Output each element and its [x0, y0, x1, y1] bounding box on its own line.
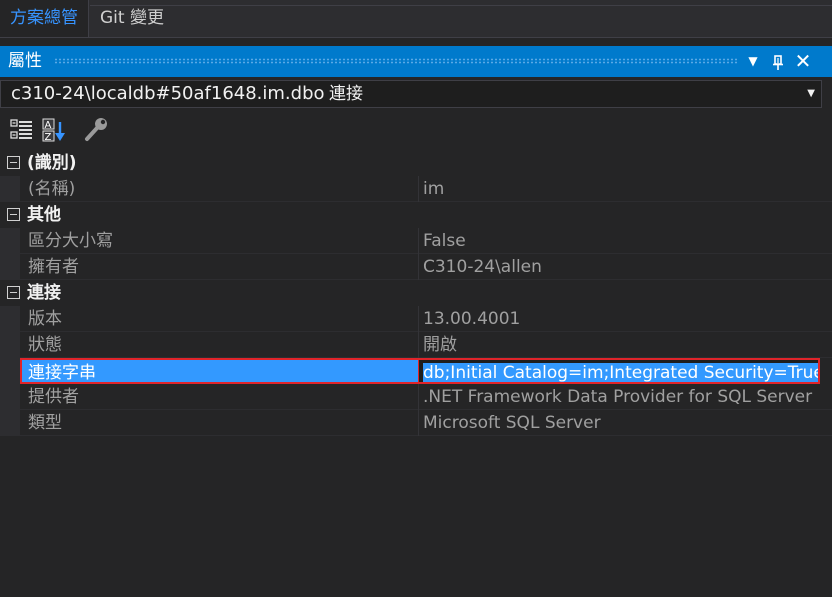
category-label: 連接 — [27, 283, 61, 303]
connection-string-field[interactable]: db;Initial Catalog=im;Integrated Securit… — [419, 358, 820, 384]
row-gutter — [0, 176, 20, 202]
tab-solution-explorer[interactable]: 方案總管 — [0, 0, 89, 37]
property-name: 狀態 — [20, 332, 418, 358]
category-label: (識別) — [27, 153, 77, 173]
drag-grip[interactable] — [54, 58, 738, 64]
pin-icon[interactable] — [766, 46, 790, 77]
property-grid: (識別) (名稱) im 其他 區分大小寫 False 擁有者 C310-24\… — [0, 150, 832, 436]
property-value[interactable]: 13.00.4001 — [419, 306, 832, 332]
property-name: 版本 — [20, 306, 418, 332]
row-gutter — [0, 228, 20, 254]
categorized-icon[interactable] — [8, 116, 36, 144]
chevron-down-icon[interactable]: ▼ — [807, 81, 815, 107]
property-value[interactable]: C310-24\allen — [419, 254, 832, 280]
tab-bar-divider — [0, 37, 832, 38]
category-misc[interactable]: 其他 — [0, 202, 832, 228]
row-gutter — [0, 410, 20, 436]
property-row[interactable]: 版本 13.00.4001 — [0, 306, 832, 332]
svg-text:Z: Z — [45, 132, 52, 143]
dropdown-arrow-icon[interactable]: ▼ — [741, 46, 765, 77]
row-gutter — [0, 306, 20, 332]
tab-git-changes[interactable]: Git 變更 — [90, 0, 174, 37]
collapse-icon[interactable] — [7, 208, 20, 221]
document-tab-bar: 方案總管 Git 變更 — [0, 0, 832, 38]
category-connection[interactable]: 連接 — [0, 280, 832, 306]
alphabetical-sort-icon[interactable]: A Z — [41, 116, 69, 144]
collapse-icon[interactable] — [7, 286, 20, 299]
property-name: 類型 — [20, 410, 418, 436]
property-value[interactable]: False — [419, 228, 832, 254]
property-row[interactable]: 提供者 .NET Framework Data Provider for SQL… — [0, 384, 832, 410]
property-name: (名稱) — [20, 176, 418, 202]
property-row[interactable]: 狀態 開啟 — [0, 332, 832, 358]
property-pages-wrench-icon[interactable] — [82, 116, 110, 144]
row-gutter — [0, 332, 20, 358]
row-gutter — [0, 358, 20, 384]
property-row[interactable]: 擁有者 C310-24\allen — [0, 254, 832, 280]
object-selector[interactable]: c310-24\localdb#50af1648.im.dbo 連接 ▼ — [0, 80, 822, 108]
property-value: db;Initial Catalog=im;Integrated Securit… — [423, 363, 818, 382]
panel-title: 屬性 — [8, 51, 42, 71]
selected-object-name: c310-24\localdb#50af1648.im.dbo — [11, 83, 325, 104]
property-name: 區分大小寫 — [20, 228, 418, 254]
property-value[interactable]: Microsoft SQL Server — [419, 410, 832, 436]
tab-divider — [90, 5, 832, 6]
property-name: 提供者 — [20, 384, 418, 410]
row-gutter — [0, 254, 20, 280]
properties-toolbar: A Z — [0, 112, 832, 148]
properties-title-bar: 屬性 ▼ ✕ — [0, 46, 832, 77]
property-name: 擁有者 — [20, 254, 418, 280]
close-icon[interactable]: ✕ — [791, 46, 815, 77]
property-row[interactable]: (名稱) im — [0, 176, 832, 202]
property-row[interactable]: 區分大小寫 False — [0, 228, 832, 254]
property-row-selected[interactable]: 連接字串 db;Initial Catalog=im;Integrated Se… — [0, 358, 832, 384]
property-value[interactable]: 開啟 — [419, 332, 832, 358]
selected-object-type: 連接 — [329, 84, 363, 104]
svg-text:A: A — [45, 120, 52, 131]
property-row[interactable]: 類型 Microsoft SQL Server — [0, 410, 832, 436]
collapse-icon[interactable] — [7, 156, 20, 169]
row-gutter — [0, 384, 20, 410]
category-identity[interactable]: (識別) — [0, 150, 832, 176]
property-name: 連接字串 — [20, 358, 418, 384]
category-label: 其他 — [27, 205, 61, 225]
property-value[interactable]: .NET Framework Data Provider for SQL Ser… — [419, 384, 832, 410]
property-value[interactable]: im — [419, 176, 832, 202]
